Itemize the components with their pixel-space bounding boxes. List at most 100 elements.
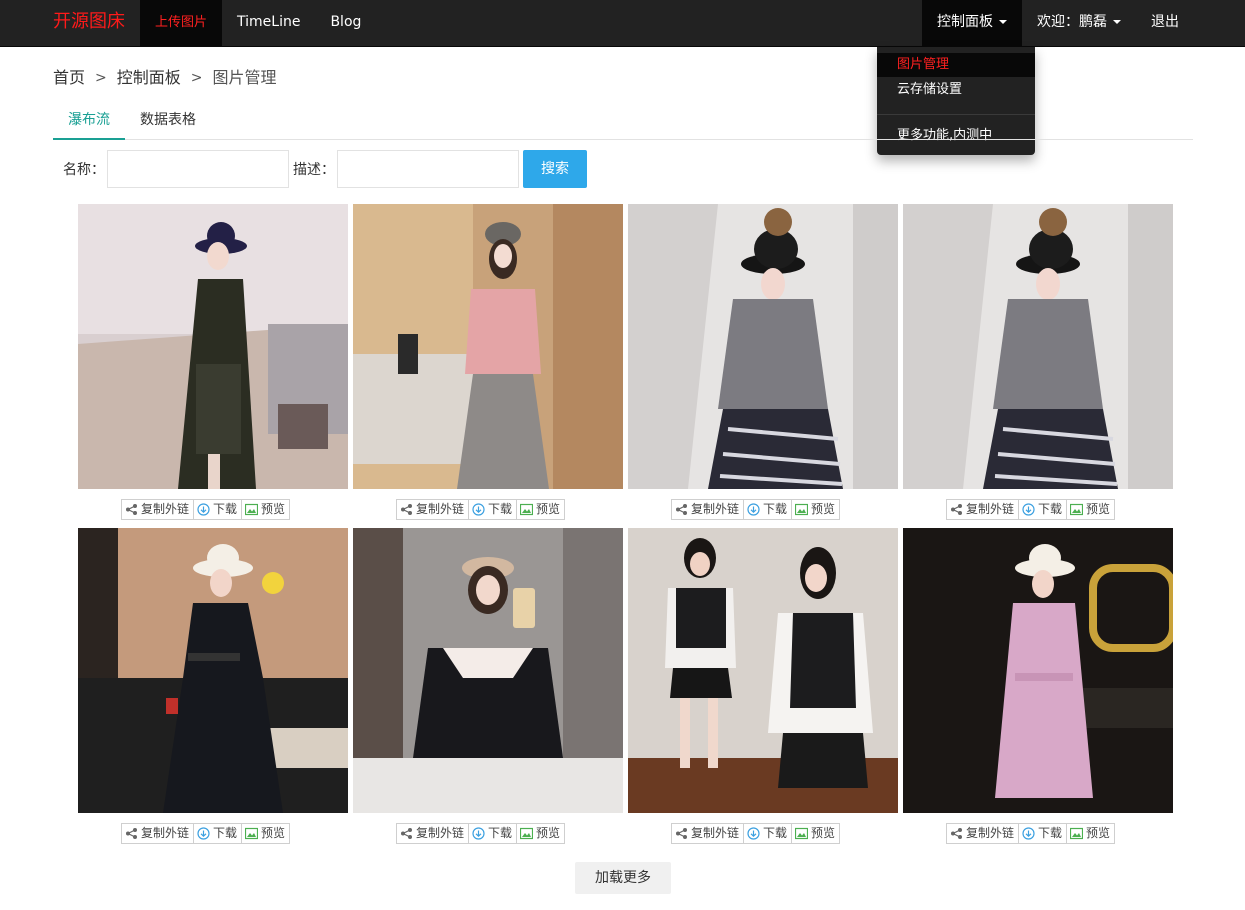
download-button[interactable]: 下载 [743, 499, 793, 520]
caret-down-icon [1113, 20, 1121, 24]
copy-link-button[interactable]: 复制外链 [121, 823, 195, 844]
download-label: 下载 [763, 502, 788, 516]
download-button[interactable]: 下载 [193, 823, 243, 844]
description-input[interactable] [337, 150, 519, 188]
control-panel-label: 控制面板 [937, 14, 993, 30]
preview-label: 预览 [1086, 826, 1111, 840]
copy-link-button[interactable]: 复制外链 [396, 823, 470, 844]
tab-data-table[interactable]: 数据表格 [125, 102, 211, 140]
image-actions: 复制外链 下载 预览 [121, 823, 291, 844]
image-thumbnail[interactable] [353, 528, 623, 813]
preview-label: 预览 [811, 826, 836, 840]
brand-logo[interactable]: 开源图床 [53, 0, 125, 47]
share-icon [126, 504, 137, 515]
image-icon [1070, 827, 1084, 840]
download-button[interactable]: 下载 [743, 823, 793, 844]
preview-button[interactable]: 预览 [1066, 499, 1116, 520]
preview-button[interactable]: 预览 [1066, 823, 1116, 844]
preview-label: 预览 [536, 502, 561, 516]
download-icon [747, 503, 760, 516]
nav-control-panel[interactable]: 控制面板 [922, 0, 1022, 47]
share-icon [401, 504, 412, 515]
image-card: 复制外链 下载 预览 [903, 528, 1173, 848]
top-navbar: 开源图床 上传图片 TimeLine Blog 控制面板 欢迎：鹏磊 退出 [0, 0, 1245, 47]
image-icon [520, 827, 534, 840]
download-icon [1022, 827, 1035, 840]
download-icon [197, 827, 210, 840]
download-label: 下载 [1038, 502, 1063, 516]
preview-button[interactable]: 预览 [241, 499, 291, 520]
copy-link-button[interactable]: 复制外链 [121, 499, 195, 520]
image-card: 复制外链 下载 预览 [903, 204, 1173, 524]
breadcrumb-control-panel[interactable]: 控制面板 [117, 66, 181, 90]
image-thumbnail[interactable] [78, 528, 348, 813]
breadcrumb-separator: > [190, 70, 203, 86]
name-label: 名称： [63, 162, 105, 178]
download-icon [747, 827, 760, 840]
preview-label: 预览 [261, 502, 286, 516]
image-thumbnail[interactable] [903, 204, 1173, 489]
copy-link-button[interactable]: 复制外链 [946, 823, 1020, 844]
copy-link-label: 复制外链 [141, 502, 190, 516]
copy-link-label: 复制外链 [416, 826, 465, 840]
copy-link-label: 复制外链 [141, 826, 190, 840]
download-button[interactable]: 下载 [1018, 823, 1068, 844]
nav-user-menu[interactable]: 欢迎：鹏磊 [1022, 0, 1136, 47]
image-icon [795, 827, 809, 840]
download-icon [472, 827, 485, 840]
image-thumbnail[interactable] [628, 528, 898, 813]
main-nav: 上传图片 TimeLine Blog [140, 0, 376, 47]
preview-label: 预览 [536, 826, 561, 840]
share-icon [126, 828, 137, 839]
image-thumbnail[interactable] [78, 204, 348, 489]
copy-link-label: 复制外链 [416, 502, 465, 516]
image-actions: 复制外链 下载 预览 [946, 499, 1116, 520]
share-icon [676, 504, 687, 515]
download-button[interactable]: 下载 [468, 823, 518, 844]
preview-button[interactable]: 预览 [791, 499, 841, 520]
breadcrumb-current: 图片管理 [212, 68, 277, 87]
preview-button[interactable]: 预览 [516, 823, 566, 844]
nav-upload-images[interactable]: 上传图片 [140, 0, 223, 47]
breadcrumb-home[interactable]: 首页 [53, 66, 85, 90]
nav-timeline[interactable]: TimeLine [222, 0, 315, 47]
image-actions: 复制外链 下载 预览 [396, 823, 566, 844]
image-card: 复制外链 下载 预览 [353, 204, 623, 524]
download-label: 下载 [213, 826, 238, 840]
image-thumbnail[interactable] [903, 528, 1173, 813]
copy-link-button[interactable]: 复制外链 [671, 499, 745, 520]
copy-link-button[interactable]: 复制外链 [671, 823, 745, 844]
tab-waterfall[interactable]: 瀑布流 [53, 102, 125, 140]
download-label: 下载 [213, 502, 238, 516]
download-button[interactable]: 下载 [193, 499, 243, 520]
download-button[interactable]: 下载 [1018, 499, 1068, 520]
preview-label: 预览 [261, 826, 286, 840]
nav-blog[interactable]: Blog [315, 0, 376, 47]
preview-button[interactable]: 预览 [241, 823, 291, 844]
preview-button[interactable]: 预览 [516, 499, 566, 520]
nav-logout[interactable]: 退出 [1136, 0, 1194, 47]
image-thumbnail[interactable] [353, 204, 623, 489]
copy-link-button[interactable]: 复制外链 [946, 499, 1020, 520]
download-icon [197, 503, 210, 516]
load-more-button[interactable]: 加载更多 [575, 862, 671, 894]
name-input[interactable] [107, 150, 289, 188]
image-icon [795, 503, 809, 516]
dropdown-item-cloud-storage[interactable]: 云存储设置 [877, 77, 1035, 103]
share-icon [401, 828, 412, 839]
copy-link-label: 复制外链 [691, 826, 740, 840]
copy-link-button[interactable]: 复制外链 [396, 499, 470, 520]
user-nav: 控制面板 欢迎：鹏磊 退出 [922, 0, 1194, 47]
image-icon [245, 503, 259, 516]
preview-label: 预览 [811, 502, 836, 516]
download-label: 下载 [488, 502, 513, 516]
preview-button[interactable]: 预览 [791, 823, 841, 844]
download-icon [472, 503, 485, 516]
download-label: 下载 [488, 826, 513, 840]
dropdown-item-image-management[interactable]: 图片管理 [877, 53, 1035, 77]
image-thumbnail[interactable] [628, 204, 898, 489]
download-button[interactable]: 下载 [468, 499, 518, 520]
copy-link-label: 复制外链 [691, 502, 740, 516]
search-bar: 名称： 描述： 搜索 [63, 150, 587, 188]
search-button[interactable]: 搜索 [523, 150, 587, 188]
